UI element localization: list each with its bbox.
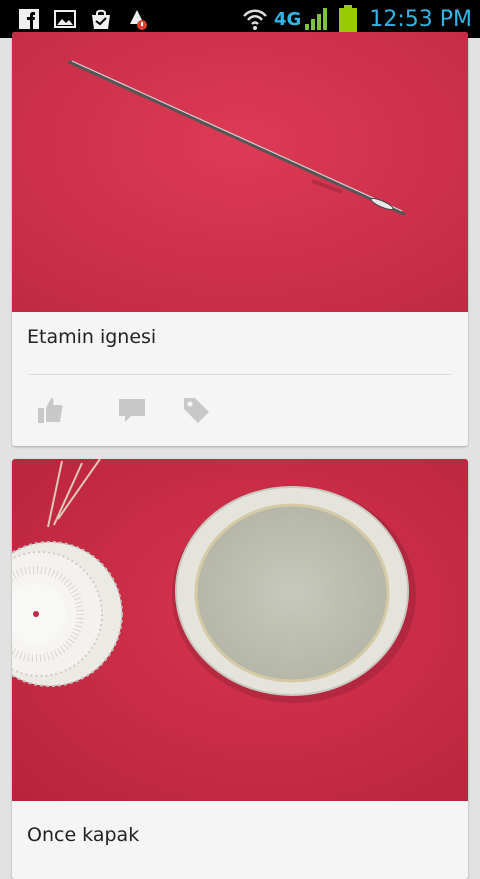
comment-icon xyxy=(119,399,145,422)
feed-card[interactable]: Etamin ignesi xyxy=(12,32,468,446)
gallery-icon xyxy=(54,10,76,28)
clock: 12:53 PM xyxy=(369,6,472,32)
battery-icon xyxy=(339,5,358,33)
wifi-icon xyxy=(243,9,267,30)
needle-photo[interactable] xyxy=(12,32,468,312)
facebook-icon xyxy=(19,9,39,29)
feed-card[interactable]: Once kapak xyxy=(12,459,468,879)
network-type-label: 4G xyxy=(274,8,302,30)
divider xyxy=(29,374,451,375)
like-button[interactable] xyxy=(30,390,70,430)
lid-photo[interactable] xyxy=(12,459,468,801)
card-actions xyxy=(12,390,468,430)
shopping-bag-icon xyxy=(92,9,110,29)
tag-icon xyxy=(184,398,209,423)
signal-icon xyxy=(305,8,328,30)
card-title: Once kapak xyxy=(27,824,140,846)
like-icon xyxy=(38,398,63,423)
app-update-icon xyxy=(130,10,147,30)
tag-button[interactable] xyxy=(176,390,216,430)
comment-button[interactable] xyxy=(112,390,152,430)
card-title: Etamin ignesi xyxy=(27,326,157,348)
